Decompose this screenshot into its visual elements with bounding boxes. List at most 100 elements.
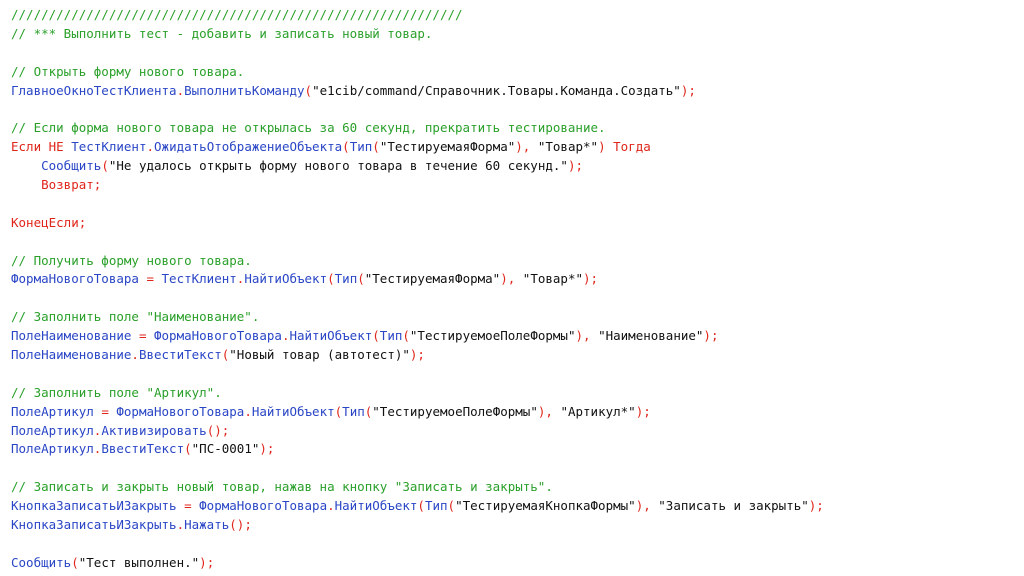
- code-token-punct: );: [409, 347, 425, 363]
- code-token-ident: КнопкаЗаписатьИЗакрыть: [11, 498, 177, 514]
- code-line[interactable]: ГлавноеОкноТестКлиента.ВыполнитьКоманду(…: [11, 82, 1024, 101]
- code-token-ident: ОжидатьОтображениеОбъекта: [154, 139, 343, 155]
- code-token-ident: Сообщить: [41, 158, 102, 174]
- code-line[interactable]: ////////////////////////////////////////…: [11, 6, 1024, 25]
- code-token-punct: );: [680, 82, 696, 98]
- code-token-punct: .: [176, 82, 185, 98]
- code-token-punct: .: [327, 498, 335, 514]
- code-line[interactable]: Если НЕ ТестКлиент.ОжидатьОтображениеОбъ…: [11, 138, 1024, 157]
- code-token-punct: ),: [500, 271, 523, 287]
- code-token-punct: ),: [635, 498, 659, 514]
- code-token-punct: (: [184, 441, 192, 457]
- code-line[interactable]: ПолеНаименование = ФормаНовогоТовара.Най…: [11, 327, 1024, 346]
- code-token-ident: Активизировать: [101, 422, 207, 438]
- code-line[interactable]: // *** Выполнить тест - добавить и запис…: [11, 25, 1024, 44]
- code-token-punct: (: [304, 82, 313, 98]
- code-line[interactable]: // Получить форму нового товара.: [11, 252, 1024, 271]
- code-token-comment: ////////////////////////////////////////…: [11, 7, 463, 22]
- code-token-punct: .: [244, 403, 252, 419]
- code-line[interactable]: // Открыть форму нового товара.: [11, 63, 1024, 82]
- code-token-ident: Тип: [334, 271, 358, 287]
- code-line[interactable]: Сообщить("Тест выполнен.");: [11, 554, 1024, 573]
- code-token-keyword: КонецЕсли;: [11, 214, 87, 230]
- code-token-ident: ФормаНовогоТовара: [116, 403, 245, 419]
- code-token-ident: ВвестиТекст: [138, 347, 222, 363]
- code-token-punct: );: [199, 554, 215, 570]
- code-token-ident: ПолеАртикул: [11, 441, 94, 457]
- code-token-string: "ТестируемаяФорма": [379, 139, 516, 155]
- code-token-ident: Сообщить: [11, 554, 72, 570]
- code-token-punct: );: [567, 158, 583, 174]
- code-line-empty[interactable]: [11, 365, 1024, 384]
- code-token-punct: );: [808, 498, 824, 514]
- code-line[interactable]: ПолеАртикул.Активизировать();: [11, 422, 1024, 441]
- code-token-ident: ФормаНовогоТовара: [199, 498, 328, 514]
- code-token-string: "Новый товар (автотест)": [229, 347, 410, 363]
- code-line[interactable]: // Если форма нового товара не открылась…: [11, 119, 1024, 138]
- code-token-punct: =: [138, 271, 162, 287]
- code-line[interactable]: КнопкаЗаписатьИЗакрыть.Нажать();: [11, 516, 1024, 535]
- code-token-ident: ПолеНаименование: [11, 347, 132, 363]
- code-token-keyword: Если НЕ: [11, 139, 72, 155]
- code-line[interactable]: ПолеАртикул.ВвестиТекст("ПС-0001");: [11, 440, 1024, 459]
- code-token-string: "Не удалось открыть форму нового товара …: [108, 158, 568, 174]
- code-line-empty[interactable]: [11, 459, 1024, 478]
- code-editor[interactable]: ////////////////////////////////////////…: [0, 0, 1024, 576]
- code-line[interactable]: Сообщить("Не удалось открыть форму новог…: [11, 157, 1024, 176]
- code-token-comment: // Заполнить поле "Наименование".: [11, 309, 260, 325]
- code-token-string: "Товар*": [537, 139, 599, 155]
- code-line-empty[interactable]: [11, 44, 1024, 63]
- code-line-empty[interactable]: [11, 233, 1024, 252]
- code-token-punct: ),: [575, 328, 599, 344]
- code-token-punct: (: [342, 139, 350, 155]
- code-token-ident: ФормаНовогоТовара: [154, 328, 282, 344]
- code-token-ident: ФормаНовогоТовара: [11, 271, 139, 287]
- code-token-string: "e1cib/command/Справочник.Товары.Команда…: [312, 82, 681, 98]
- code-token-punct: .: [176, 517, 185, 533]
- code-line[interactable]: // Заполнить поле "Артикул".: [11, 384, 1024, 403]
- code-token-punct: (: [402, 328, 410, 344]
- code-line[interactable]: ПолеАртикул = ФормаНовогоТовара.НайтиОбъ…: [11, 403, 1024, 422]
- code-token-punct: ();: [206, 422, 230, 438]
- code-line-empty[interactable]: [11, 535, 1024, 554]
- code-token-ident: Тип: [342, 403, 365, 419]
- code-line[interactable]: КнопкаЗаписатьИЗакрыть = ФормаНовогоТова…: [11, 497, 1024, 516]
- code-line[interactable]: // Записать и закрыть новый товар, нажав…: [11, 478, 1024, 497]
- code-token-ident: КнопкаЗаписатьИЗакрыть: [11, 517, 177, 533]
- code-token-string: "ТестируемоеПолеФормы": [372, 403, 538, 419]
- code-token-punct: );: [703, 328, 719, 344]
- code-line-empty[interactable]: [11, 289, 1024, 308]
- code-token-punct: ();: [229, 517, 252, 533]
- code-token-ident: ПолеНаименование: [11, 328, 132, 344]
- code-line[interactable]: ФормаНовогоТовара = ТестКлиент.НайтиОбъе…: [11, 270, 1024, 289]
- code-token-punct: (: [101, 158, 109, 174]
- code-token-comment: // *** Выполнить тест - добавить и запис…: [11, 25, 433, 41]
- code-token-string: "Записать и закрыть": [658, 498, 809, 514]
- code-token-string: "Артикул*": [560, 403, 636, 419]
- code-token-ident: НайтиОбъект: [251, 403, 335, 419]
- code-token-keyword: Тогда: [613, 139, 651, 155]
- code-token-comment: // Заполнить поле "Артикул".: [11, 384, 222, 400]
- code-token-punct: .: [131, 347, 139, 363]
- code-token-ident: Тип: [379, 328, 403, 344]
- code-line[interactable]: КонецЕсли;: [11, 214, 1024, 233]
- code-line[interactable]: // Заполнить поле "Наименование".: [11, 308, 1024, 327]
- code-token-punct: );: [635, 403, 651, 419]
- code-token-punct: );: [259, 441, 275, 457]
- code-line[interactable]: ПолеНаименование.ВвестиТекст("Новый това…: [11, 346, 1024, 365]
- code-line-empty[interactable]: [11, 100, 1024, 119]
- code-line[interactable]: Возврат;: [11, 176, 1024, 195]
- code-token-punct: (: [357, 271, 365, 287]
- code-token-comment: // Открыть форму нового товара.: [11, 63, 245, 79]
- code-token-comment: // Если форма нового товара не открылась…: [11, 120, 606, 136]
- code-token-punct: (: [71, 554, 79, 570]
- code-token-keyword: Возврат;: [41, 177, 102, 193]
- code-token-string: "Тест выполнен.": [78, 554, 200, 570]
- code-token-ident: ПолеАртикул: [11, 403, 94, 419]
- code-token-punct: (: [327, 271, 335, 287]
- code-line-empty[interactable]: [11, 195, 1024, 214]
- code-token-punct: =: [93, 403, 117, 419]
- code-token-ident: ВвестиТекст: [101, 441, 185, 457]
- code-token-punct: =: [176, 498, 200, 514]
